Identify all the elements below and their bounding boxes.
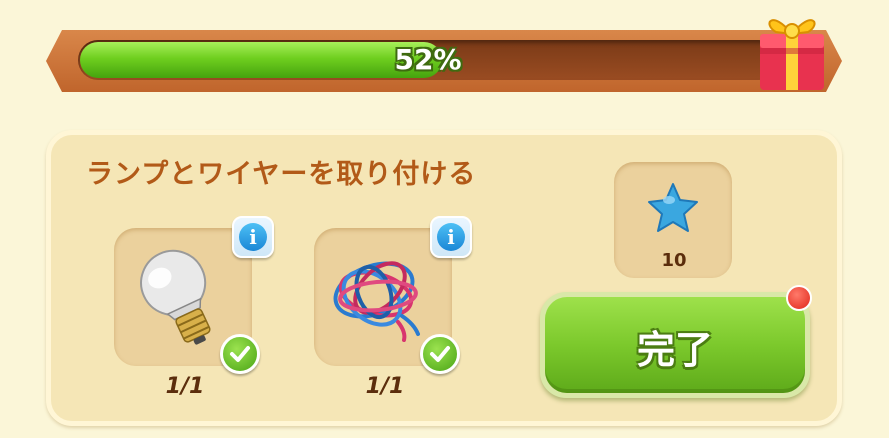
notification-dot: [786, 285, 812, 311]
item-count-wire-bundle: 1/1: [365, 374, 405, 399]
complete-button-label: 完了: [636, 328, 713, 372]
progress-percent: 52%: [394, 43, 462, 76]
info-button-light-bulb[interactable]: i: [232, 216, 274, 258]
check-icon-wire-bundle: [420, 334, 460, 374]
check-icon-light-bulb: [220, 334, 260, 374]
info-icon: i: [239, 223, 267, 251]
complete-button[interactable]: 完了: [540, 292, 810, 398]
item-count-light-bulb: 1/1: [165, 374, 205, 399]
info-icon: i: [437, 223, 465, 251]
gift-box-icon[interactable]: [752, 4, 832, 94]
complete-button-face: 完了: [545, 297, 805, 393]
progress-bar: 52%: [78, 40, 778, 80]
info-button-wire-bundle[interactable]: i: [430, 216, 472, 258]
reward-amount: 10: [661, 250, 687, 271]
task-title: ランプとワイヤーを取り付ける: [86, 159, 477, 190]
blue-star-icon: [648, 183, 698, 232]
